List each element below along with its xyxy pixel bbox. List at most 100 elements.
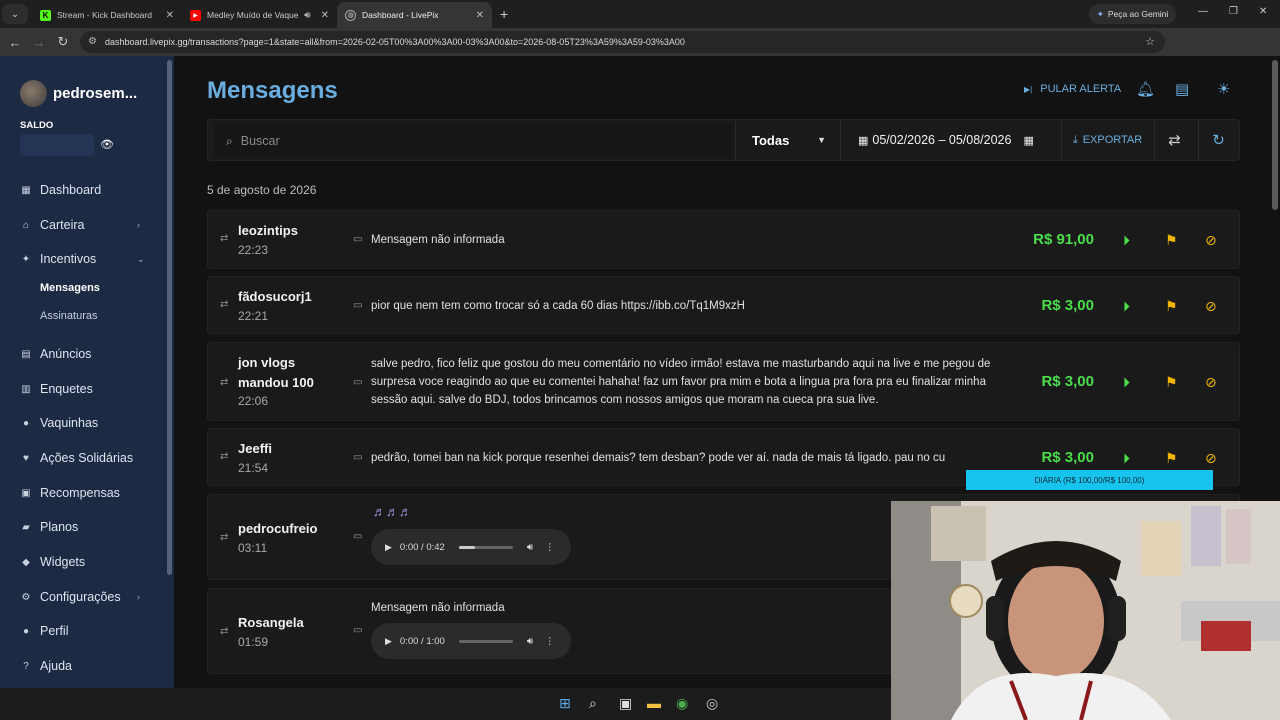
block-icon[interactable]: ⊘ bbox=[1205, 232, 1217, 248]
block-icon[interactable]: ⊘ bbox=[1205, 374, 1217, 390]
sidebar-subitem-assinaturas[interactable]: Assinaturas bbox=[40, 310, 97, 322]
gemini-label: Peça ao Gemini bbox=[1107, 9, 1169, 19]
main-scrollbar[interactable] bbox=[1272, 60, 1278, 210]
sidebar-scrollbar[interactable] bbox=[167, 60, 172, 575]
maximize-icon[interactable]: ❐ bbox=[1229, 6, 1238, 17]
sidebar-item-incentivos[interactable]: ✦ Incentivos bbox=[20, 252, 96, 266]
sidebar-item-acoes-solidarias[interactable]: ♥ Ações Solidárias bbox=[20, 451, 133, 465]
close-icon[interactable]: ✕ bbox=[476, 10, 484, 21]
sync-icon[interactable]: ⇄ bbox=[1154, 120, 1194, 160]
tab-livepix[interactable]: ◍ Dashboard - LivePix ✕ bbox=[337, 2, 492, 28]
audio-seek-bar[interactable] bbox=[458, 545, 513, 549]
url-field[interactable]: ⚙ dashboard.livepix.gg/transactions?page… bbox=[80, 31, 1165, 53]
page-title: Mensagens bbox=[207, 77, 338, 104]
layout-icon[interactable]: ▤ bbox=[1175, 80, 1189, 98]
back-icon[interactable]: ← bbox=[3, 35, 27, 50]
message-card: ⇄ leozintips 22:23 ▭ Mensagem não inform… bbox=[207, 210, 1240, 269]
file-explorer-icon[interactable]: ▬ bbox=[647, 695, 661, 711]
volume-icon[interactable]: 🔊︎ bbox=[527, 542, 533, 553]
new-tab-button[interactable]: + bbox=[500, 6, 508, 22]
sun-icon[interactable]: ☀ bbox=[1217, 80, 1230, 98]
message-icon: ▭ bbox=[353, 531, 363, 542]
task-view-icon[interactable]: ▣ bbox=[619, 695, 632, 712]
eye-icon[interactable]: 👁︎ bbox=[100, 138, 114, 151]
audio-player[interactable]: ▶ 0:00 / 0:42 🔊︎ ⋮ bbox=[371, 529, 571, 565]
sidebar-item-vaquinhas[interactable]: ● Vaquinhas bbox=[20, 416, 98, 430]
sidebar-item-label: Anúncios bbox=[40, 347, 92, 361]
gemini-button[interactable]: ✦ Peça ao Gemini bbox=[1089, 4, 1176, 24]
tab-youtube[interactable]: ▶ Medley Muído de Vaquejad 🔊︎ ✕ bbox=[182, 2, 337, 28]
swap-arrows-icon: ⇄ bbox=[220, 451, 229, 462]
tab-title: Medley Muído de Vaquejad bbox=[207, 10, 299, 20]
swap-arrows-icon: ⇄ bbox=[220, 626, 229, 637]
close-icon[interactable]: ✕ bbox=[321, 10, 329, 21]
search-icon[interactable]: ⌕ bbox=[589, 695, 597, 712]
flag-icon[interactable]: ⚑ bbox=[1165, 374, 1178, 390]
export-button[interactable]: ⤓ EXPORTAR bbox=[1061, 120, 1153, 160]
audio-seek-bar[interactable] bbox=[458, 639, 513, 643]
taskbar bbox=[0, 688, 891, 720]
download-icon: ⤓ bbox=[1072, 133, 1078, 146]
chrome-icon[interactable]: ◉ bbox=[676, 695, 688, 712]
flag-icon[interactable]: ⚑ bbox=[1165, 450, 1178, 466]
flag-icon[interactable]: ⚑ bbox=[1165, 232, 1178, 248]
bell-icon[interactable]: 🔔︎ bbox=[1136, 80, 1155, 98]
chevron-down-icon: ⌄ bbox=[137, 254, 145, 264]
bookmark-star-icon[interactable]: ☆ bbox=[1145, 35, 1155, 48]
sidebar-item-configuracoes[interactable]: ⚙ Configurações bbox=[20, 590, 121, 604]
play-icon[interactable]: ▶ bbox=[385, 542, 392, 553]
play-circle-icon[interactable]: ⏵ bbox=[1123, 374, 1130, 390]
date-range-picker[interactable]: ▦ 05/02/2026 – 05/08/2026 ▦ bbox=[848, 120, 1058, 160]
poll-icon: ▥ bbox=[21, 383, 31, 395]
sidebar-item-recompensas[interactable]: ▣ Recompensas bbox=[20, 486, 120, 500]
profile-header[interactable]: pedrosem... bbox=[20, 80, 137, 107]
sidebar-item-carteira[interactable]: ⌂ Carteira bbox=[20, 218, 85, 232]
tab-kick[interactable]: K Stream - Kick Dashboard ✕ bbox=[32, 2, 182, 28]
dashboard-icon: ▦ bbox=[21, 184, 31, 196]
sidebar-item-planos[interactable]: ▰ Planos bbox=[20, 520, 78, 534]
volume-icon[interactable]: 🔊︎ bbox=[527, 636, 533, 647]
sparkle-icon: ✦ bbox=[21, 253, 31, 265]
swap-arrows-icon: ⇄ bbox=[220, 377, 229, 388]
close-window-icon[interactable]: ✕ bbox=[1259, 6, 1267, 17]
reload-icon[interactable]: ↻ bbox=[51, 34, 75, 50]
more-icon[interactable]: ⋮ bbox=[545, 636, 555, 647]
pular-alerta-button[interactable]: ▶| PULAR ALERTA bbox=[1024, 83, 1121, 95]
sidebar-item-dashboard[interactable]: ▦ Dashboard bbox=[20, 183, 101, 197]
refresh-icon[interactable]: ↻ bbox=[1198, 120, 1238, 160]
sidebar-item-enquetes[interactable]: ▥ Enquetes bbox=[20, 382, 93, 396]
sidebar-item-label: Widgets bbox=[40, 555, 86, 569]
tab-title: Stream - Kick Dashboard bbox=[57, 10, 152, 20]
minimize-icon[interactable]: — bbox=[1198, 6, 1208, 17]
swap-arrows-icon: ⇄ bbox=[220, 233, 229, 244]
site-info-icon[interactable]: ⚙ bbox=[88, 36, 97, 47]
search-input[interactable]: ⌕ Buscar bbox=[214, 124, 732, 158]
message-text: Mensagem não informada bbox=[371, 234, 505, 246]
audio-player[interactable]: ▶ 0:00 / 1:00 🔊︎ ⋮ bbox=[371, 623, 571, 659]
play-icon[interactable]: ▶ bbox=[385, 636, 392, 647]
sidebar-item-anuncios[interactable]: ▤ Anúncios bbox=[20, 347, 91, 361]
flag-icon[interactable]: ⚑ bbox=[1165, 298, 1178, 314]
play-circle-icon[interactable]: ⏵ bbox=[1123, 232, 1130, 248]
close-icon[interactable]: ✕ bbox=[166, 10, 174, 21]
status-select[interactable]: Todas ▼ bbox=[735, 120, 841, 160]
forward-icon[interactable]: → bbox=[27, 35, 51, 50]
windows-start-icon[interactable]: ⊞ bbox=[559, 695, 571, 712]
sidebar-item-perfil[interactable]: ● Perfil bbox=[20, 624, 69, 638]
address-toolbar: ← → ↻ ⚙ dashboard.livepix.gg/transaction… bbox=[0, 28, 1280, 77]
block-icon[interactable]: ⊘ bbox=[1205, 450, 1217, 466]
sidebar-item-widgets[interactable]: ◆ Widgets bbox=[20, 555, 85, 569]
speaker-icon[interactable]: 🔊︎ bbox=[304, 10, 310, 21]
widgets-icon: ◆ bbox=[22, 556, 30, 568]
play-circle-icon[interactable]: ⏵ bbox=[1123, 298, 1130, 314]
help-icon: ? bbox=[23, 660, 29, 672]
sidebar-subitem-mensagens[interactable]: Mensagens bbox=[40, 282, 100, 294]
more-icon[interactable]: ⋮ bbox=[545, 542, 555, 553]
obs-icon[interactable]: ◎ bbox=[706, 695, 718, 712]
tab-search-menu[interactable]: ⌄ bbox=[2, 4, 28, 24]
sidebar-item-ajuda[interactable]: ? Ajuda bbox=[20, 659, 72, 673]
sidebar-item-label: Ações Solidárias bbox=[40, 451, 134, 465]
block-icon[interactable]: ⊘ bbox=[1205, 298, 1217, 314]
audio-time: 0:00 / 1:00 bbox=[399, 635, 445, 647]
play-circle-icon[interactable]: ⏵ bbox=[1123, 450, 1130, 466]
